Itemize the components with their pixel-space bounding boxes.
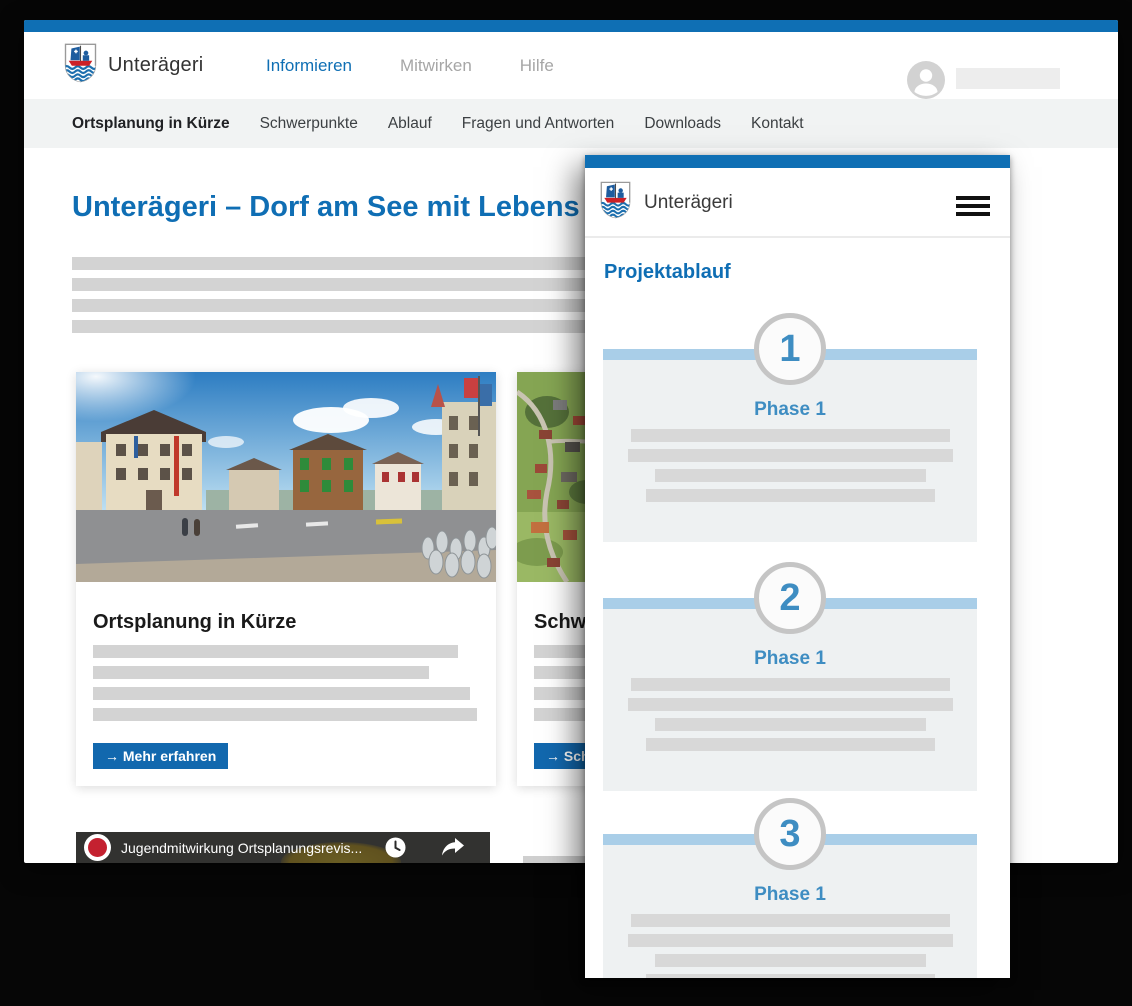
desktop-header: Unterägeri Informieren Mitwirken Hilfe xyxy=(24,32,1118,99)
text-skeleton-line xyxy=(655,718,926,731)
text-skeleton-line xyxy=(628,698,953,711)
text-skeleton-line xyxy=(93,666,429,679)
phase-step-3: 3 Phase 1 xyxy=(603,798,977,978)
text-skeleton-line xyxy=(72,320,594,333)
phase-step-2: 2 Phase 1 xyxy=(603,562,977,791)
card-title: Ortsplanung in Kürze xyxy=(93,610,479,634)
municipality-crest-logo[interactable] xyxy=(600,181,631,224)
text-skeleton-line xyxy=(646,489,935,502)
subnav-item-fragen[interactable]: Fragen und Antworten xyxy=(462,115,615,133)
nav-item-hilfe[interactable]: Hilfe xyxy=(520,56,554,76)
municipality-crest-logo[interactable] xyxy=(64,43,97,88)
page-title: Unterägeri – Dorf am See mit Lebens xyxy=(72,190,580,224)
subnav-item-kontakt[interactable]: Kontakt xyxy=(751,115,804,133)
text-skeleton-line xyxy=(93,645,458,658)
screenshot-frame: Unterägeri Informieren Mitwirken Hilfe O… xyxy=(0,0,1132,1006)
phase-step-1: 1 Phase 1 xyxy=(603,313,977,542)
youtube-video-embed[interactable]: Jugendmitwirkung Ortsplanungsrevis... xyxy=(76,832,490,863)
site-brand-name: Unterägeri xyxy=(108,54,203,77)
video-title-bar: Jugendmitwirkung Ortsplanungsrevis... xyxy=(76,832,490,863)
step-number: 2 xyxy=(779,577,800,620)
projektablauf-heading: Projektablauf xyxy=(604,261,731,284)
mobile-header: Unterägeri xyxy=(585,168,1010,237)
nav-item-informieren[interactable]: Informieren xyxy=(266,56,352,76)
main-nav: Informieren Mitwirken Hilfe xyxy=(266,32,554,99)
nav-item-mitwirken[interactable]: Mitwirken xyxy=(400,56,472,76)
text-skeleton-line xyxy=(646,974,935,978)
teaser-card-ortsplanung: Ortsplanung in Kürze → Mehr erfahren xyxy=(76,372,496,786)
text-skeleton-line xyxy=(72,257,594,270)
mehr-erfahren-button[interactable]: → Mehr erfahren xyxy=(93,743,228,769)
watch-later-icon[interactable] xyxy=(385,837,406,863)
subnav-item-ablauf[interactable]: Ablauf xyxy=(388,115,432,133)
header-divider xyxy=(585,236,1010,238)
username-placeholder xyxy=(956,68,1060,89)
share-icon[interactable] xyxy=(442,838,464,861)
text-skeleton-line xyxy=(72,299,594,312)
subnav-item-downloads[interactable]: Downloads xyxy=(644,115,721,133)
text-skeleton-line xyxy=(93,708,477,721)
step-number: 3 xyxy=(779,813,800,856)
step-number-badge: 2 xyxy=(754,562,826,634)
text-skeleton-line xyxy=(631,429,950,442)
village-square-photo xyxy=(76,372,496,582)
phase-text-placeholder xyxy=(603,429,977,502)
text-skeleton-line xyxy=(628,934,953,947)
step-number-badge: 3 xyxy=(754,798,826,870)
video-title: Jugendmitwirkung Ortsplanungsrevis... xyxy=(121,840,362,856)
text-skeleton-line xyxy=(628,449,953,462)
text-skeleton-line xyxy=(72,278,594,291)
user-avatar-icon[interactable] xyxy=(907,61,945,99)
hamburger-menu-icon[interactable] xyxy=(956,196,990,216)
card-text-placeholder xyxy=(93,645,479,721)
intro-text-placeholder xyxy=(72,257,594,341)
section-subnav: Ortsplanung in Kürze Schwerpunkte Ablauf… xyxy=(24,99,1118,148)
text-skeleton-line xyxy=(631,678,950,691)
subnav-item-ortsplanung[interactable]: Ortsplanung in Kürze xyxy=(72,115,230,133)
step-number-badge: 1 xyxy=(754,313,826,385)
site-brand-name: Unterägeri xyxy=(644,192,733,214)
mobile-preview-panel: Unterägeri Projektablauf 1 Phase 1 xyxy=(585,155,1010,978)
top-accent-bar xyxy=(585,155,1010,168)
text-skeleton-line xyxy=(655,469,926,482)
text-skeleton-line xyxy=(655,954,926,967)
subnav-item-schwerpunkte[interactable]: Schwerpunkte xyxy=(260,115,358,133)
text-skeleton-line xyxy=(93,687,470,700)
step-number: 1 xyxy=(779,328,800,371)
phase-text-placeholder xyxy=(603,914,977,978)
text-skeleton-line xyxy=(631,914,950,927)
phase-text-placeholder xyxy=(603,678,977,751)
text-skeleton-line xyxy=(646,738,935,751)
channel-avatar-icon[interactable] xyxy=(84,834,111,861)
top-accent-bar xyxy=(24,20,1118,32)
